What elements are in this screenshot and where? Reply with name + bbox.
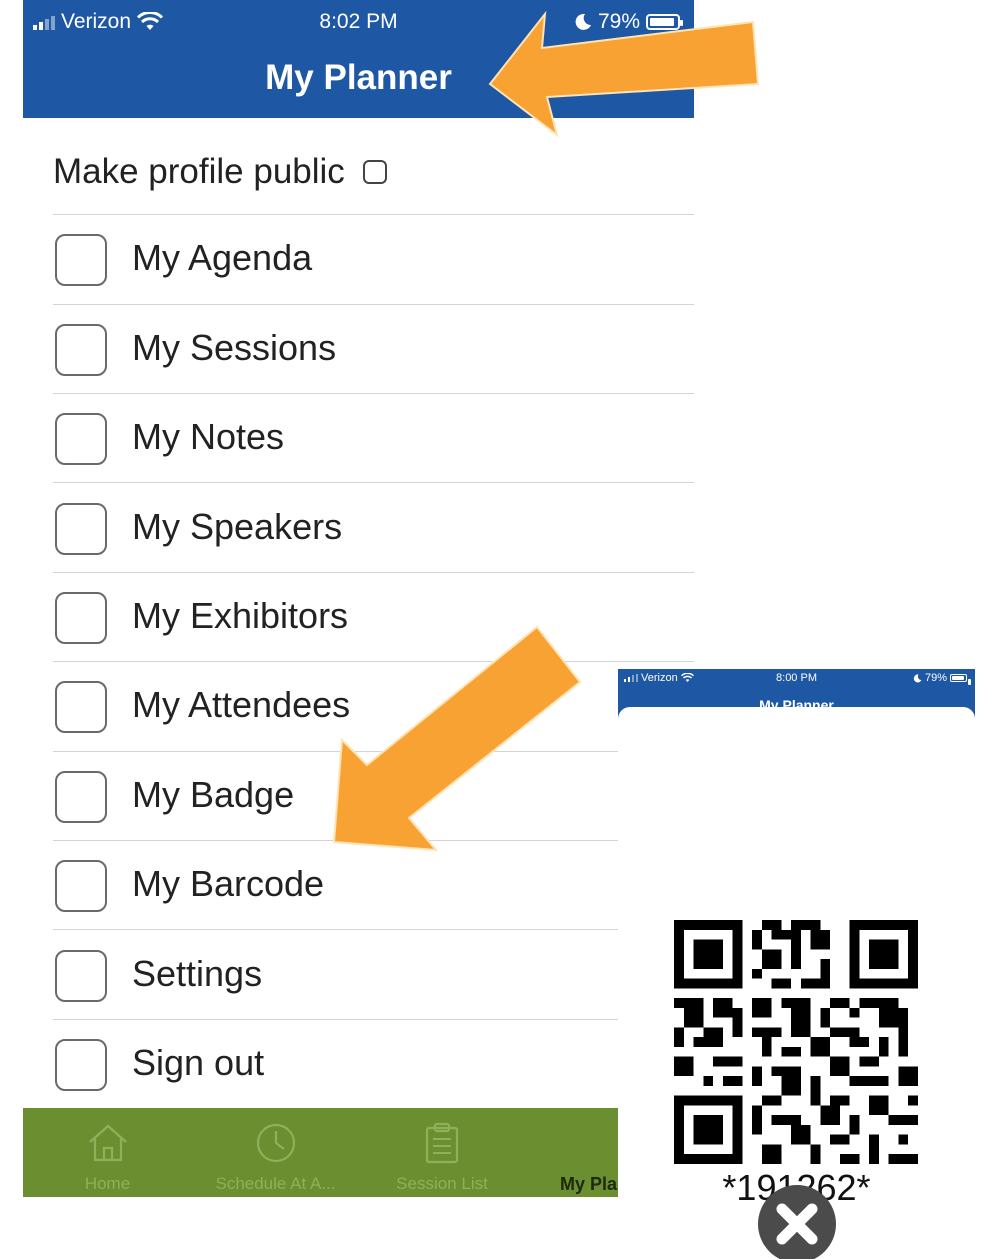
menu-item-label: My Agenda bbox=[132, 237, 313, 278]
my-agenda-checkbox[interactable] bbox=[55, 234, 107, 286]
menu-item-label: My Attendees bbox=[132, 684, 351, 725]
my-notes-checkbox[interactable] bbox=[55, 413, 107, 465]
my-attendees-checkbox[interactable] bbox=[55, 681, 107, 733]
page-title: My Planner bbox=[265, 58, 452, 97]
menu-item-my-attendees[interactable]: My Attendees bbox=[53, 662, 694, 751]
menu-item-my-barcode[interactable]: My Barcode bbox=[53, 841, 694, 930]
battery-percent: 79% bbox=[597, 10, 640, 33]
menu-item-label: Settings bbox=[132, 953, 263, 994]
tab-label: Session List bbox=[396, 1174, 488, 1193]
planner-screen: Verizon 8:02 PM 79% My Planner Make prof… bbox=[23, 0, 694, 1197]
my-exhibitors-checkbox[interactable] bbox=[55, 592, 107, 644]
menu-item-label: My Badge bbox=[132, 774, 295, 815]
barcode-modal-screenshot: Verizon 8:00 PM 79% My Planner bbox=[618, 669, 975, 1259]
menu-item-my-notes[interactable]: My Notes bbox=[53, 394, 694, 483]
menu-item-settings[interactable]: Settings bbox=[53, 931, 694, 1020]
battery-icon bbox=[646, 14, 683, 30]
make-profile-public-label: Make profile public bbox=[53, 152, 345, 191]
battery-icon bbox=[950, 674, 971, 685]
make-profile-public-row[interactable]: Make profile public bbox=[53, 152, 387, 192]
tab-schedule-at-a-glance[interactable]: Schedule At A... bbox=[193, 1108, 358, 1197]
menu-item-label: My Notes bbox=[132, 416, 285, 457]
menu-item-label: My Barcode bbox=[132, 863, 325, 904]
tab-label: Home bbox=[84, 1174, 131, 1193]
my-speakers-checkbox[interactable] bbox=[55, 503, 107, 555]
overlay-status-right: 79% bbox=[913, 672, 971, 685]
status-bar: Verizon 8:02 PM 79% bbox=[23, 0, 694, 44]
moon-icon bbox=[913, 673, 922, 682]
menu-item-label: My Exhibitors bbox=[132, 595, 349, 636]
menu-item-label: My Sessions bbox=[132, 327, 337, 368]
clipboard-icon bbox=[425, 1122, 459, 1164]
nav-bar: My Planner bbox=[23, 44, 694, 118]
divider bbox=[53, 929, 694, 930]
barcode-sheet: *191262* bbox=[618, 707, 975, 1259]
make-profile-public-checkbox[interactable] bbox=[362, 160, 387, 184]
menu-item-my-agenda[interactable]: My Agenda bbox=[53, 215, 694, 304]
my-sessions-checkbox[interactable] bbox=[55, 324, 107, 376]
home-icon bbox=[88, 1124, 127, 1162]
overlay-battery-percent: 79% bbox=[924, 672, 947, 684]
moon-icon bbox=[575, 13, 591, 30]
tab-bar: Home Schedule At A... Session List My Pl… bbox=[23, 1108, 694, 1197]
menu-item-label: Sign out bbox=[132, 1042, 265, 1083]
menu-item-sign-out[interactable]: Sign out bbox=[53, 1020, 694, 1109]
my-barcode-checkbox[interactable] bbox=[55, 860, 107, 912]
close-button[interactable] bbox=[758, 1185, 836, 1259]
tab-label: Schedule At A... bbox=[215, 1174, 336, 1193]
status-right: 79% bbox=[574, 10, 683, 34]
tab-home[interactable]: Home bbox=[60, 1108, 155, 1197]
clock-icon bbox=[256, 1123, 295, 1163]
my-badge-checkbox[interactable] bbox=[55, 771, 107, 823]
menu-item-my-sessions[interactable]: My Sessions bbox=[53, 305, 694, 394]
divider bbox=[53, 482, 694, 483]
close-icon bbox=[776, 1203, 818, 1245]
settings-checkbox[interactable] bbox=[55, 950, 107, 1002]
sign-out-checkbox[interactable] bbox=[55, 1039, 107, 1091]
menu-item-label: My Speakers bbox=[132, 506, 343, 547]
qr-code bbox=[674, 920, 918, 1164]
menu-item-my-exhibitors[interactable]: My Exhibitors bbox=[53, 573, 694, 662]
tab-session-list[interactable]: Session List bbox=[383, 1108, 501, 1197]
menu-item-my-speakers[interactable]: My Speakers bbox=[53, 484, 694, 573]
menu-item-my-badge[interactable]: My Badge bbox=[53, 752, 694, 841]
